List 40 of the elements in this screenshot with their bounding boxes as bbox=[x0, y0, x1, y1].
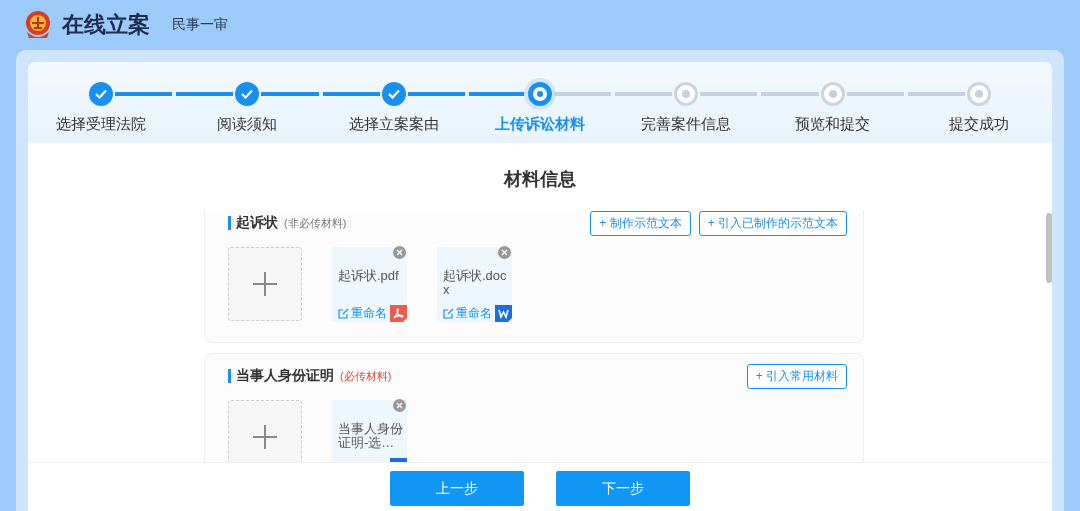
checkmark-icon bbox=[241, 89, 254, 99]
step-label: 选择立案案由 bbox=[348, 115, 439, 134]
app-subtitle: 民事一审 bbox=[172, 16, 228, 34]
add-template-button[interactable]: + 引入已制作的示范文本 bbox=[698, 210, 847, 236]
plus-icon bbox=[253, 425, 277, 449]
step-label: 提交成功 bbox=[948, 115, 1009, 134]
rename-link[interactable]: 重命名 bbox=[338, 305, 387, 322]
file-name: 起诉状.pdf bbox=[338, 269, 400, 283]
step-nav-button[interactable]: 上一步 bbox=[390, 471, 524, 506]
step-label: 上传诉讼材料 bbox=[495, 115, 585, 134]
close-icon[interactable] bbox=[393, 399, 406, 412]
upload-button[interactable] bbox=[228, 247, 302, 321]
step-label: 选择受理法院 bbox=[56, 115, 147, 134]
plus-icon bbox=[253, 272, 277, 296]
step-label: 完善案件信息 bbox=[641, 115, 732, 134]
edit-icon bbox=[443, 308, 454, 319]
add-template-button[interactable]: + 引入常用材料 bbox=[746, 363, 847, 389]
rename-link[interactable]: 重命名 bbox=[443, 305, 492, 322]
add-template-button[interactable]: + 制作示范文本 bbox=[590, 210, 691, 236]
scrollbar-thumb[interactable] bbox=[1046, 213, 1052, 283]
file-name: 当事人身份证明-选… bbox=[338, 422, 404, 450]
step-nav-button[interactable]: 下一步 bbox=[556, 471, 690, 506]
step-label: 阅读须知 bbox=[217, 115, 278, 134]
upload-button[interactable] bbox=[228, 400, 302, 462]
page-title: 材料信息 bbox=[502, 168, 577, 191]
section-note: (必传材料) bbox=[340, 368, 392, 384]
file-name: 起诉状.docx bbox=[443, 269, 508, 297]
pdf-file-icon bbox=[390, 305, 407, 322]
word-file-icon bbox=[495, 305, 512, 322]
section-title: 起诉状 bbox=[236, 214, 278, 232]
checkmark-icon bbox=[95, 89, 108, 99]
edit-icon bbox=[338, 308, 349, 319]
close-icon[interactable] bbox=[498, 246, 511, 259]
section-note: (非必传材料) bbox=[284, 215, 347, 231]
checkmark-icon bbox=[387, 89, 400, 99]
emblem-icon bbox=[24, 10, 52, 40]
app-title: 在线立案 bbox=[62, 11, 150, 39]
close-icon[interactable] bbox=[393, 246, 406, 259]
section-title: 当事人身份证明 bbox=[236, 367, 334, 385]
step-label: 预览和提交 bbox=[795, 115, 871, 134]
